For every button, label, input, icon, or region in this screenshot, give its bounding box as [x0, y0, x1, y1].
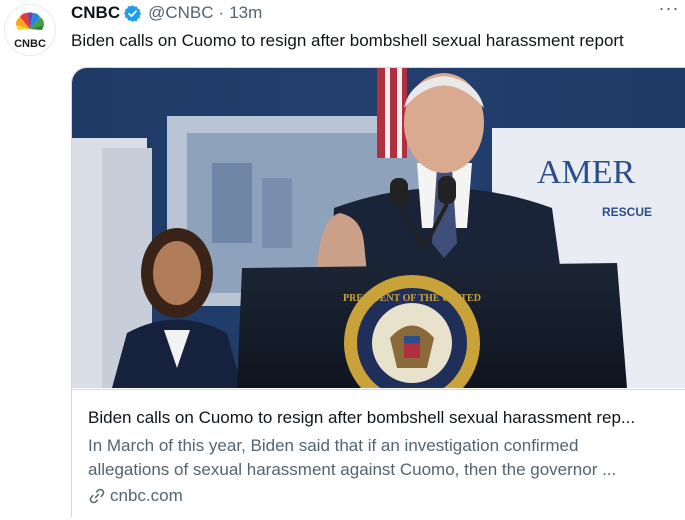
card-domain-text[interactable]: cnbc.com — [110, 486, 183, 506]
card-description-line: allegations of sexual harassment against… — [88, 460, 617, 479]
separator-dot: · — [218, 3, 225, 22]
tweet-header: CNBC @CNBC · 13m — [71, 2, 262, 24]
tweet[interactable]: CNBC CNBC @CNBC · 13m ··· Biden calls on… — [0, 0, 685, 520]
more-options-icon[interactable]: ··· — [657, 0, 681, 22]
author-name[interactable]: CNBC — [71, 3, 120, 23]
card-image[interactable]: AMER RESCUE PRESIDENT OF THE UNITED — [72, 68, 685, 388]
card-title[interactable]: Biden calls on Cuomo to resign after bom… — [88, 408, 635, 428]
card-domain[interactable]: cnbc.com — [88, 486, 183, 506]
card-description: In March of this year, Biden said that i… — [88, 434, 674, 482]
tweet-timestamp[interactable]: 13m — [229, 3, 262, 23]
svg-text:AMER: AMER — [537, 154, 636, 191]
svg-text:PRESIDENT OF THE UNITED: PRESIDENT OF THE UNITED — [343, 293, 481, 304]
card-info[interactable]: Biden calls on Cuomo to resign after bom… — [72, 389, 685, 517]
cnbc-peacock-logo-icon: CNBC — [14, 12, 46, 50]
author-handle[interactable]: @CNBC — [148, 3, 213, 23]
svg-text:CNBC: CNBC — [14, 38, 46, 50]
tweet-text: Biden calls on Cuomo to resign after bom… — [71, 31, 624, 50]
cnbc-avatar[interactable]: CNBC — [4, 4, 56, 56]
svg-text:RESCUE: RESCUE — [602, 205, 652, 219]
link-icon — [89, 488, 105, 504]
verified-badge-icon — [124, 4, 142, 22]
card-description-line: In March of this year, Biden said that i… — [88, 436, 579, 455]
link-preview-card[interactable]: AMER RESCUE PRESIDENT OF THE UNITED Bide… — [71, 67, 685, 517]
